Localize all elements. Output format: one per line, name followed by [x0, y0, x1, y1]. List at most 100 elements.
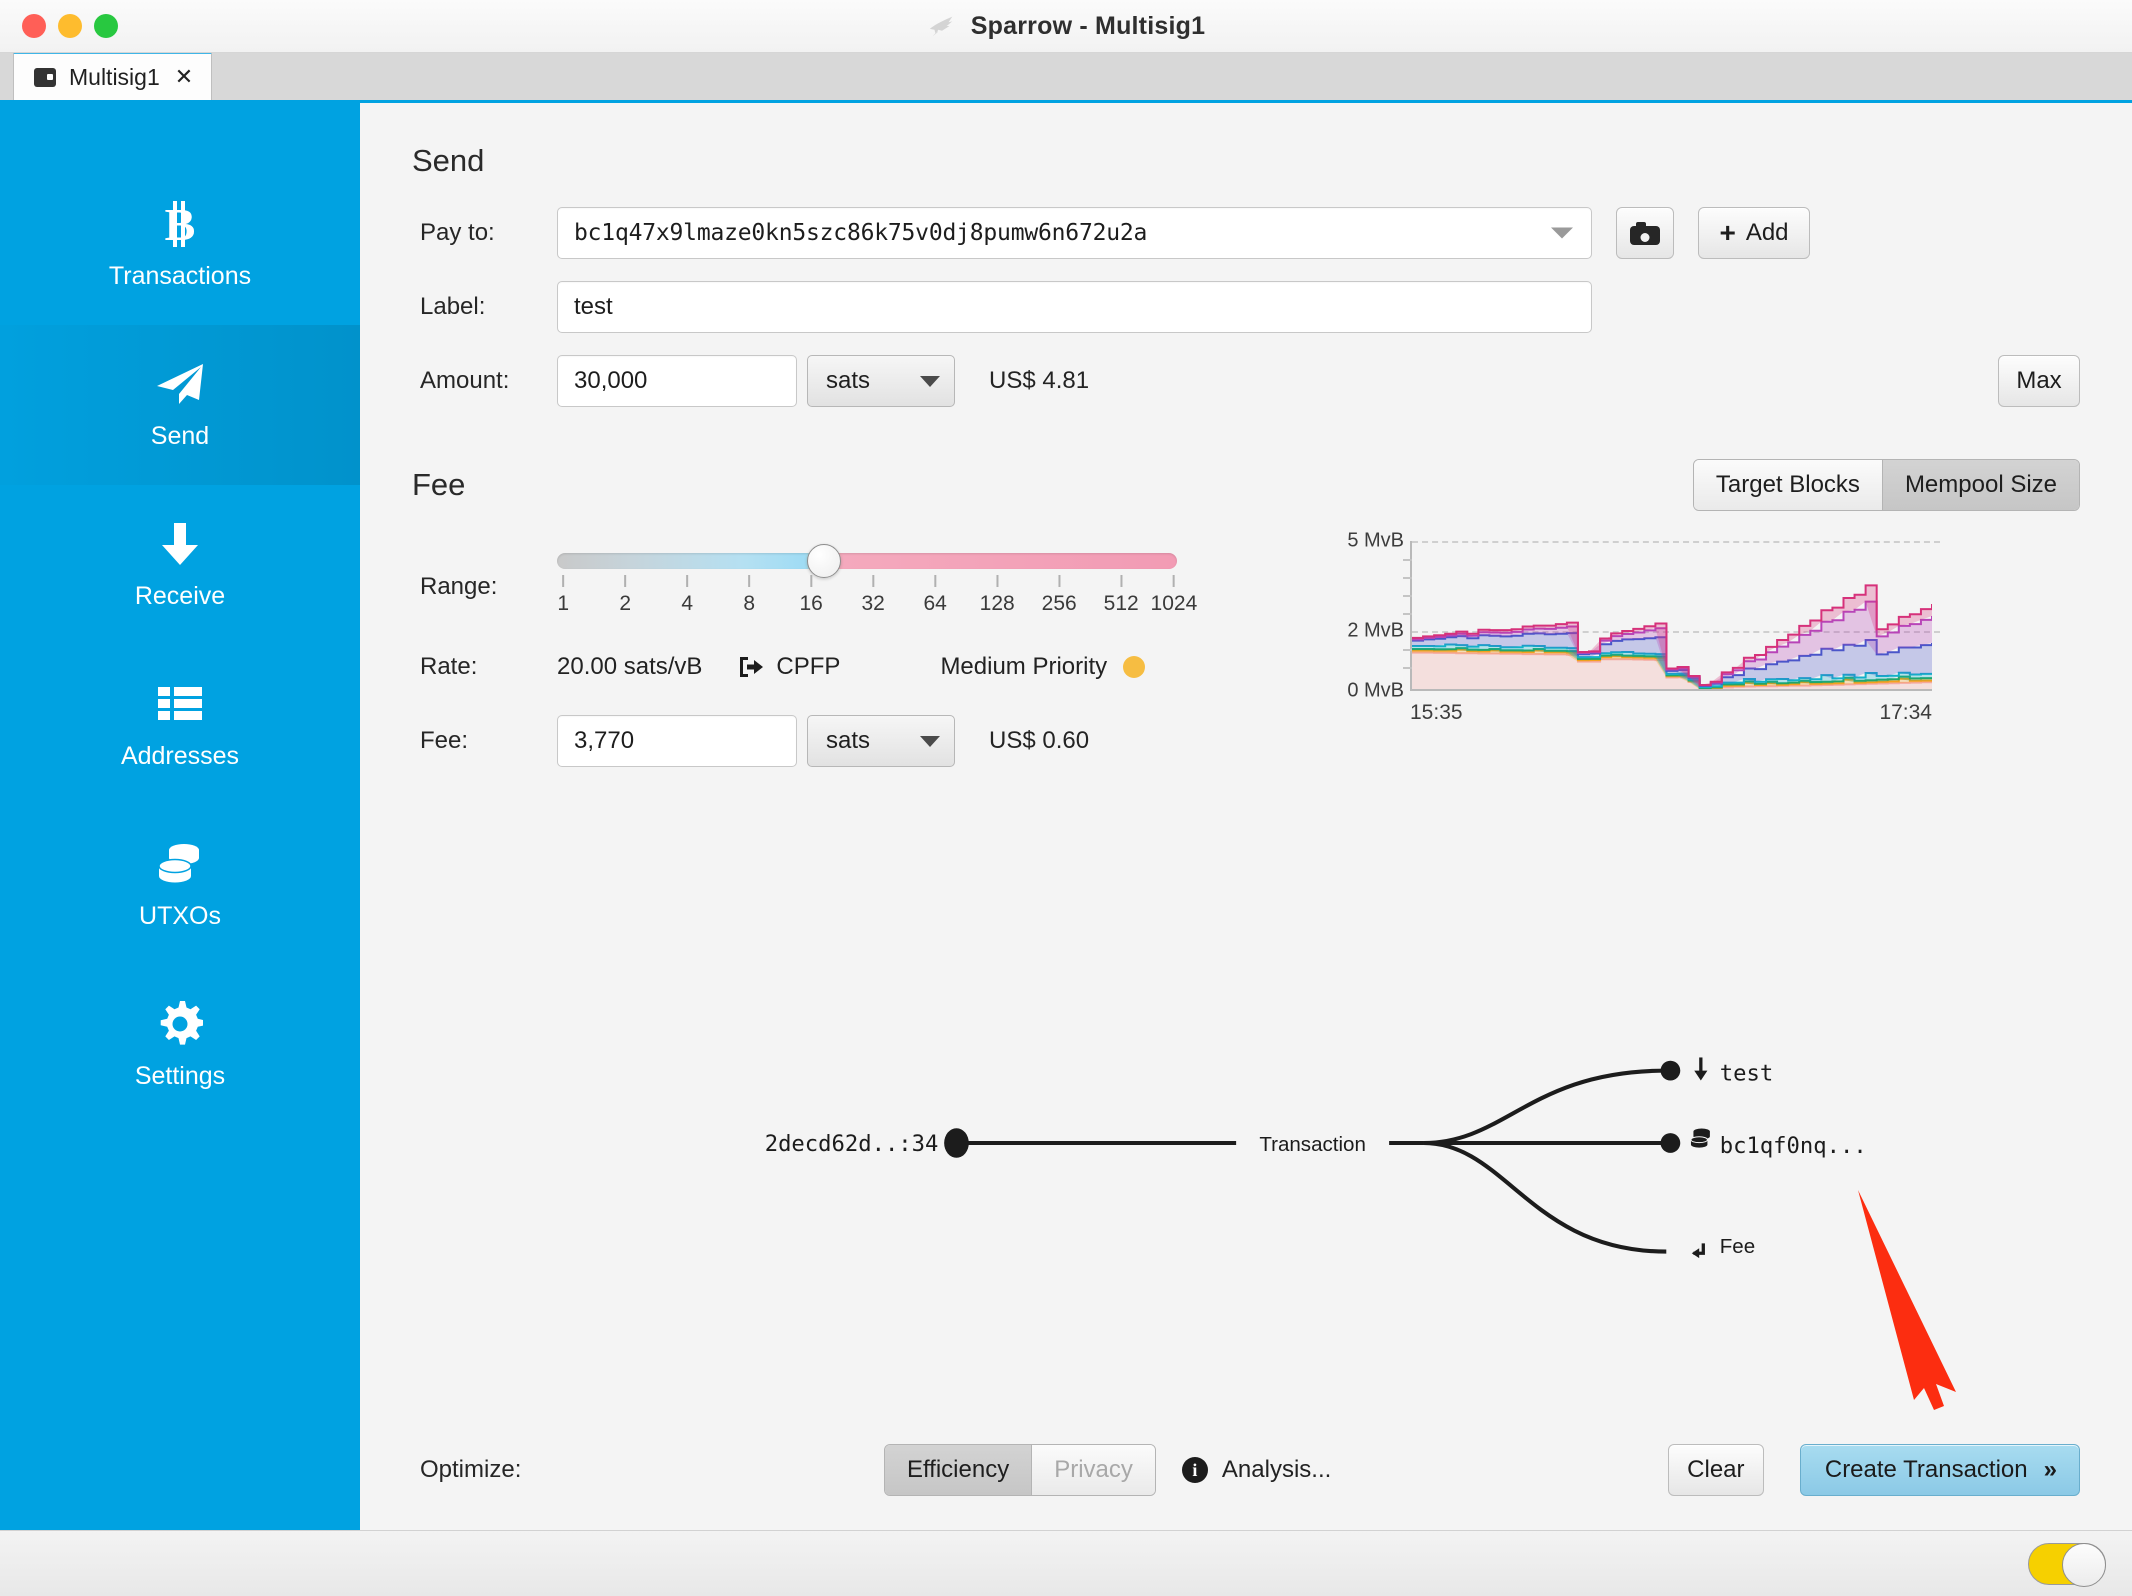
slider-thumb[interactable] [807, 544, 841, 578]
cpfp-group[interactable]: CPFP [738, 653, 840, 681]
priority-group: Medium Priority [940, 653, 1145, 681]
tick-mark [686, 575, 688, 587]
tick-label: 8 [743, 592, 755, 616]
payto-label: Pay to: [412, 219, 557, 247]
fee-heading: Fee [412, 467, 465, 503]
send-heading: Send [412, 143, 2080, 179]
tick-mark [748, 575, 750, 587]
amount-fiat-value: US$ 4.81 [989, 367, 1229, 395]
analysis-link[interactable]: i Analysis... [1182, 1456, 1331, 1484]
app-window: Sparrow - Multisig1 Multisig1 ✕ B Transa… [0, 0, 2132, 1596]
chart-plot-area: 5 MvB 2 MvB 0 MvB [1332, 541, 1932, 691]
fee-amount-input[interactable]: 3,770 [557, 715, 797, 767]
fee-range-slider[interactable] [557, 553, 1177, 569]
tick-label: 16 [800, 592, 823, 616]
tick-label: 64 [924, 592, 947, 616]
sidebar-item-receive[interactable]: Receive [0, 485, 360, 645]
diagram-center-label: Transaction [1259, 1133, 1366, 1156]
tick-label: 32 [862, 592, 885, 616]
clear-button[interactable]: Clear [1668, 1444, 1764, 1496]
window-controls [22, 14, 118, 38]
title-bar: Sparrow - Multisig1 [0, 0, 2132, 53]
add-recipient-button[interactable]: + Add [1698, 207, 1810, 259]
maximize-window-button[interactable] [94, 14, 118, 38]
tab-multisig1[interactable]: Multisig1 ✕ [13, 52, 212, 100]
sidebar-item-label: UTXOs [139, 902, 221, 931]
rate-row: Rate: 20.00 sats/vB CPFP [412, 653, 1292, 681]
fee-grid: Range: 1 2 4 8 16 32 [412, 521, 2080, 767]
axis-baseline [1412, 689, 1932, 691]
tick-mark [934, 575, 936, 587]
chevron-down-icon[interactable] [1551, 228, 1573, 239]
tick-mark [1058, 575, 1060, 587]
rate-value: 20.00 sats/vB [557, 653, 702, 681]
sidebar-item-transactions[interactable]: B Transactions [0, 165, 360, 325]
diagram-output-label-2: bc1qf0nq... [1720, 1133, 1867, 1159]
diagram-input-node [944, 1128, 969, 1158]
optimize-efficiency-option[interactable]: Efficiency [885, 1445, 1031, 1495]
tick-mark [624, 575, 626, 587]
sidebar: B Transactions Send [0, 103, 360, 1530]
optimize-privacy-option[interactable]: Privacy [1031, 1445, 1155, 1495]
plus-icon: + [1719, 219, 1735, 247]
tab-strip: Multisig1 ✕ [0, 53, 2132, 103]
chart-canvas [1410, 541, 1932, 691]
sidebar-item-settings[interactable]: Settings [0, 965, 360, 1125]
label-input[interactable]: test [557, 281, 1592, 333]
range-label: Range: [412, 547, 557, 601]
payto-input[interactable]: bc1q47x9lmaze0kn5szc86k75v0dj8pumw6n672u… [557, 207, 1592, 259]
send-pane: Send Pay to: bc1q47x9lmaze0kn5szc86k75v0… [360, 103, 2132, 1530]
sidebar-item-addresses[interactable]: Addresses [0, 645, 360, 805]
diagram-output-node [1661, 1133, 1681, 1153]
fee-unit-select[interactable]: sats [807, 715, 955, 767]
tick-mark [996, 575, 998, 587]
mempool-area-series [1412, 541, 1932, 691]
tick-mark [810, 575, 812, 587]
payto-value: bc1q47x9lmaze0kn5szc86k75v0dj8pumw6n672u… [574, 220, 1147, 246]
mempool-size-chart[interactable]: 5 MvB 2 MvB 0 MvB [1332, 541, 1932, 767]
tick-mark [872, 575, 874, 587]
gear-icon [157, 1000, 203, 1048]
transaction-diagram[interactable]: 2decd62d..:34 Transaction [412, 993, 2080, 1293]
sidebar-item-label: Settings [135, 1062, 225, 1091]
tick-label: 128 [980, 592, 1015, 616]
cpfp-label: CPFP [776, 653, 840, 681]
max-amount-button[interactable]: Max [1998, 355, 2080, 407]
x-tick-label: 15:35 [1410, 701, 1463, 725]
label-row: Label: test [412, 281, 2080, 333]
bird-icon [927, 11, 957, 41]
amount-label: Amount: [412, 367, 557, 395]
target-blocks-tab[interactable]: Target Blocks [1694, 460, 1882, 510]
scan-qr-button[interactable] [1616, 207, 1674, 259]
range-row: Range: 1 2 4 8 16 32 [412, 547, 1292, 619]
rate-label: Rate: [412, 653, 557, 681]
label-label: Label: [412, 293, 557, 321]
optimize-toggle: Efficiency Privacy [884, 1444, 1156, 1496]
chevron-down-icon [920, 376, 940, 387]
chevron-down-icon [920, 736, 940, 747]
fee-fiat-value: US$ 0.60 [989, 727, 1229, 755]
axis-minor-tick [1403, 577, 1412, 579]
mempool-size-tab[interactable]: Mempool Size [1882, 460, 2079, 510]
coins-icon [157, 840, 203, 888]
slider-ticks: 1 2 4 8 16 32 64 128 256 512 1024 [557, 575, 1177, 619]
svg-text:B: B [165, 200, 196, 248]
amount-unit-select[interactable]: sats [807, 355, 955, 407]
sidebar-item-send[interactable]: Send [0, 325, 360, 485]
connection-toggle[interactable] [2028, 1543, 2106, 1585]
amount-input[interactable]: 30,000 [557, 355, 797, 407]
tick-mark [562, 575, 564, 587]
fee-header-row: Fee Target Blocks Mempool Size [412, 459, 2080, 511]
toggle-knob [2062, 1543, 2106, 1587]
action-buttons: Clear Create Transaction » [1668, 1444, 2080, 1496]
coins-icon [1691, 1129, 1710, 1148]
close-icon[interactable]: ✕ [175, 64, 193, 90]
sidebar-item-utxos[interactable]: UTXOs [0, 805, 360, 965]
amount-unit-value: sats [826, 367, 870, 395]
double-chevron-right-icon: » [2044, 1456, 2055, 1484]
info-icon: i [1182, 1457, 1208, 1483]
close-window-button[interactable] [22, 14, 46, 38]
bitcoin-icon: B [159, 200, 201, 248]
create-transaction-button[interactable]: Create Transaction » [1800, 1444, 2080, 1496]
minimize-window-button[interactable] [58, 14, 82, 38]
